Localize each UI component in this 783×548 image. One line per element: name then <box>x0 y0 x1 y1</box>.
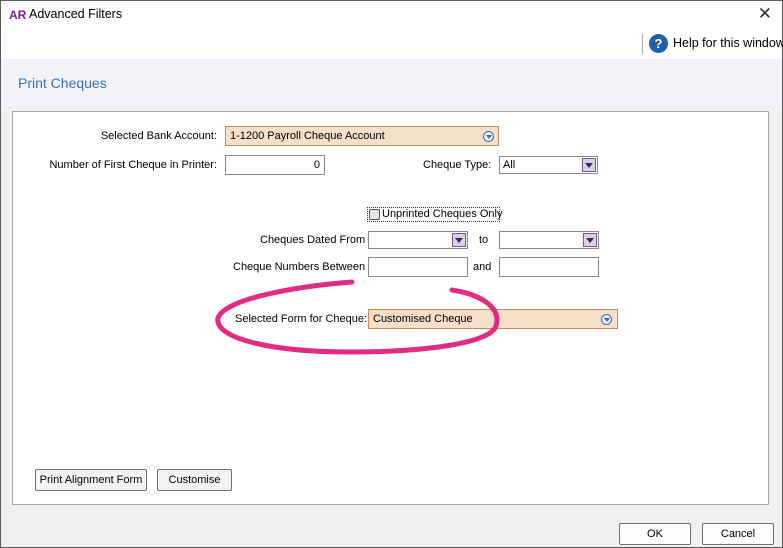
cancel-button[interactable]: Cancel <box>702 523 774 545</box>
highlight-ellipse-annotation <box>215 279 500 355</box>
ok-button[interactable]: OK <box>619 523 691 545</box>
